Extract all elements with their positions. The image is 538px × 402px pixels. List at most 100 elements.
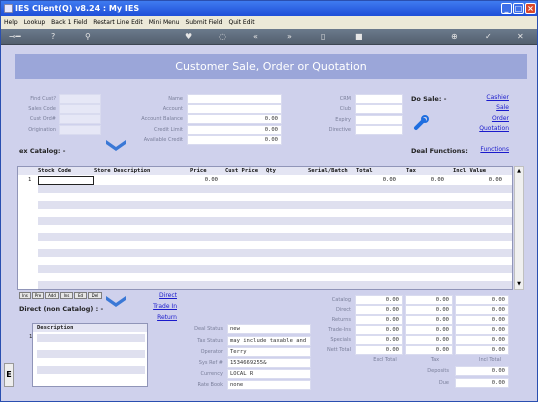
refresh-icon[interactable]: ◌ (219, 32, 226, 42)
description-table[interactable]: Description 1 (29, 323, 148, 387)
club-label: Club (339, 106, 351, 112)
available-credit-value: 0.00 (187, 135, 282, 145)
help-icon[interactable]: ? (51, 32, 55, 42)
table-row (38, 281, 512, 289)
excl-total-label: Excl Total (373, 357, 397, 363)
expand-direct-icon[interactable] (105, 294, 127, 310)
add-icon[interactable]: ⊕ (451, 32, 458, 42)
cancel-icon[interactable]: ✕ (517, 32, 524, 42)
club-field[interactable] (355, 104, 403, 114)
origination-label: Origination (28, 127, 56, 133)
bookmark-icon[interactable]: ▯ (321, 32, 325, 42)
stop-icon[interactable]: ■ (355, 32, 363, 42)
col-store-description: Store Description (94, 168, 151, 174)
name-field[interactable] (187, 94, 282, 104)
return-link[interactable]: Return (141, 314, 177, 321)
direct-incl-value: 0.00 (455, 305, 509, 315)
returns-total-label: Returns (331, 317, 351, 323)
account-field[interactable] (187, 104, 282, 114)
side-tab[interactable]: E (4, 363, 14, 387)
tax-status-label: Tax Status (197, 338, 223, 344)
catalog-total-label: Catalog (331, 297, 351, 303)
trade-ins-excl-value: 0.00 (355, 325, 403, 335)
direct-excl-value: 0.00 (355, 305, 403, 315)
cashier-link[interactable]: Cashier (461, 94, 509, 101)
trade-ins-tax-value: 0.00 (405, 325, 453, 335)
rate-book-value: none (227, 380, 311, 390)
deal-status-value: new (227, 324, 311, 334)
catalog-tax-value: 0.00 (405, 295, 453, 305)
credit-limit-label: Credit Limit (153, 127, 183, 133)
stock-code-cell[interactable] (38, 176, 94, 185)
table-scrollbar[interactable]: ▲ ▼ (514, 166, 524, 290)
specials-total-label: Specials (330, 337, 351, 343)
trade-ins-total-label: Trade-Ins (328, 327, 351, 333)
sys-ref-label: Sys Ref # (198, 360, 223, 366)
scroll-up-icon[interactable]: ▲ (516, 168, 522, 174)
page-title: Customer Sale, Order or Quotation (15, 54, 527, 79)
direct-link[interactable]: Direct (141, 292, 177, 299)
expiry-field[interactable] (355, 115, 403, 125)
ins-row-button[interactable]: Ins (19, 292, 31, 299)
nett-total-label: Nett Total (326, 347, 351, 353)
ins-row-button-2[interactable]: Ins (60, 292, 73, 299)
pre-row-button[interactable]: Pre (32, 292, 44, 299)
menu-help[interactable]: Help (4, 16, 18, 29)
menu-bar: Help Lookup Back 1 Field Restart Line Ed… (1, 16, 537, 29)
rate-book-label: Rate Book (197, 382, 224, 388)
credit-limit-value: 0.00 (187, 125, 282, 135)
crm-field[interactable] (355, 94, 403, 104)
functions-link[interactable]: Functions (471, 146, 509, 153)
favorite-icon[interactable]: ♥ (185, 32, 192, 42)
expand-down-icon[interactable] (105, 138, 127, 154)
nett-incl-value: 0.00 (455, 345, 509, 355)
cust-ord-field[interactable] (59, 114, 101, 124)
col-serial-batch: Serial/Batch (308, 168, 348, 174)
account-balance-label: Account Balance (141, 116, 183, 122)
origination-field[interactable] (59, 125, 101, 135)
previous-icon[interactable]: « (253, 32, 258, 42)
menu-back-1-field[interactable]: Back 1 Field (51, 16, 87, 29)
wrench-icon[interactable] (412, 114, 430, 132)
key-icon[interactable]: ⊸━ (9, 32, 21, 42)
scroll-down-icon[interactable]: ▼ (516, 281, 522, 287)
menu-mini-menu[interactable]: Mini Menu (149, 16, 180, 29)
trade-in-link[interactable]: Trade In (141, 303, 177, 310)
table-header: Stock Code Store Description Price Cust … (18, 167, 512, 175)
currency-value: LOCAL R (227, 369, 311, 379)
specials-tax-value: 0.00 (405, 335, 453, 345)
do-sale-label: Do Sale: - (411, 95, 447, 103)
account-label: Account (162, 106, 183, 112)
close-button[interactable]: × (525, 3, 536, 14)
cust-ord-label: Cust Ord# (29, 116, 56, 122)
menu-lookup[interactable]: Lookup (24, 16, 45, 29)
sale-link[interactable]: Sale (461, 104, 509, 111)
minimize-button[interactable]: _ (501, 3, 512, 14)
search-icon[interactable]: ⚲ (85, 32, 91, 42)
account-balance-value: 0.00 (187, 114, 282, 124)
menu-submit-field[interactable]: Submit Field (185, 16, 222, 29)
toolbar: ⊸━ ? ⚲ ♥ ◌ « » ▯ ■ ⊕ ✓ ✕ (1, 29, 537, 45)
order-link[interactable]: Order (461, 115, 509, 122)
add-row-button[interactable]: Add (45, 292, 59, 299)
sales-code-field[interactable] (59, 104, 101, 114)
line-items-table[interactable]: Stock Code Store Description Price Cust … (17, 166, 513, 290)
edit-row-button[interactable]: Ed (74, 292, 87, 299)
menu-quit-edit[interactable]: Quit Edit (228, 16, 254, 29)
catalog-incl-value: 0.00 (455, 295, 509, 305)
deposits-label: Deposits (427, 368, 449, 374)
directive-field[interactable] (355, 125, 403, 135)
available-credit-label: Available Credit (143, 137, 183, 143)
delete-row-button[interactable]: Del (88, 292, 102, 299)
menu-restart-line-edit[interactable]: Restart Line Edit (93, 16, 143, 29)
table-row (37, 334, 145, 342)
quotation-link[interactable]: Quotation (461, 125, 509, 132)
check-icon[interactable]: ✓ (485, 32, 492, 42)
window-title: IES Client(Q) v8.24 : My IES (15, 4, 140, 13)
next-icon[interactable]: » (287, 32, 292, 42)
directive-label: Directive (328, 127, 351, 133)
maximize-button[interactable]: □ (513, 3, 524, 14)
find-cust-field[interactable] (59, 94, 101, 104)
col-stock-code: Stock Code (38, 168, 72, 174)
tax-status-value: may include taxable and (227, 336, 311, 346)
